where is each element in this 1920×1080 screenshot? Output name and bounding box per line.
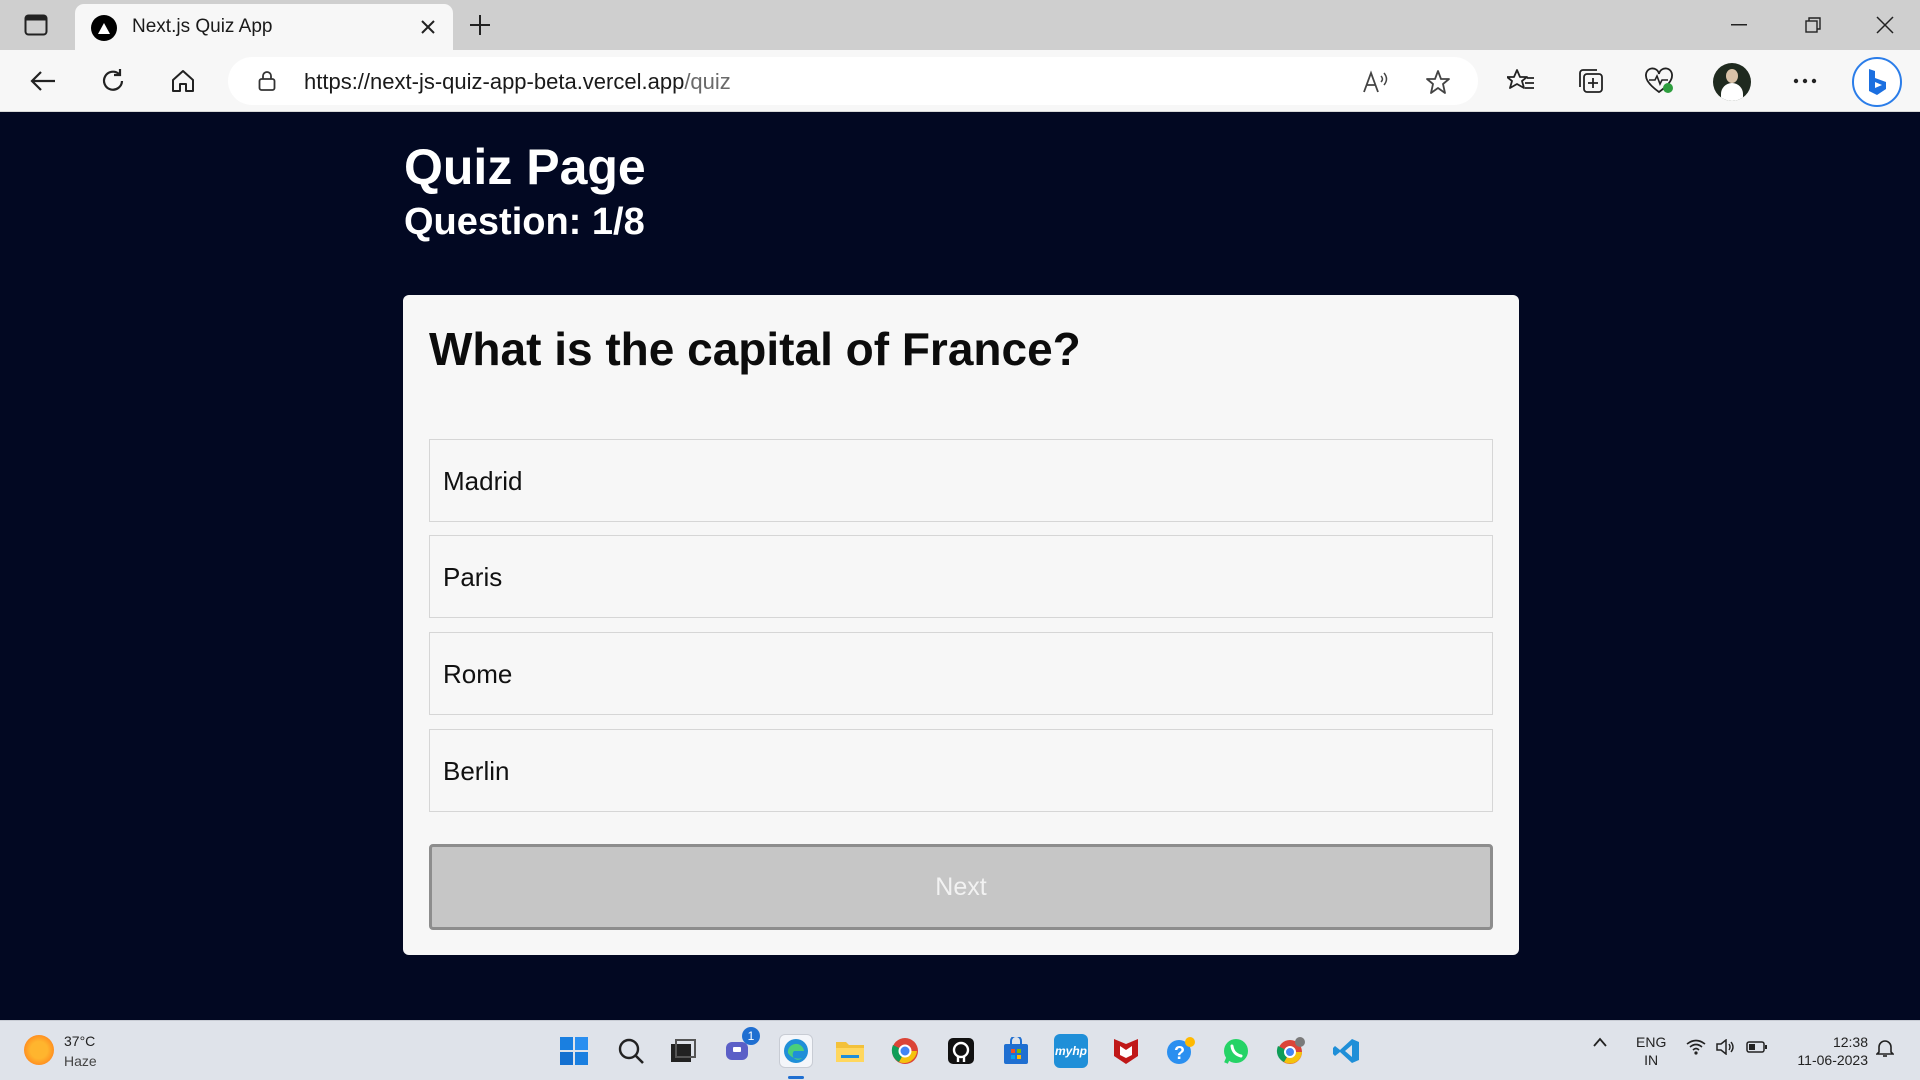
weather-condition[interactable]: Haze	[64, 1053, 97, 1069]
tab-actions-icon[interactable]	[22, 12, 50, 38]
volume-icon[interactable]	[1716, 1038, 1736, 1058]
nextjs-favicon-icon	[91, 15, 117, 41]
browser-tab-bar: Next.js Quiz App	[0, 0, 1920, 50]
answer-option-label: Rome	[443, 659, 513, 689]
show-hidden-icons-chevron-icon[interactable]	[1592, 1035, 1608, 1051]
favorites-icon[interactable]	[1504, 64, 1538, 98]
back-arrow-icon[interactable]	[26, 64, 60, 98]
favorite-star-icon[interactable]	[1424, 68, 1452, 96]
language-code: ENG	[1636, 1034, 1667, 1050]
mcafee-icon[interactable]	[1109, 1034, 1143, 1068]
windows-taskbar: 37°C Haze 1 myhp ? ENG IN 12:38 11-06-20…	[0, 1020, 1920, 1080]
chrome-profile-icon[interactable]	[1274, 1034, 1308, 1068]
restore-button[interactable]	[1798, 10, 1828, 40]
browser-toolbar: https://next-js-quiz-app-beta.vercel.app…	[0, 50, 1920, 112]
myhp-icon[interactable]: myhp	[1054, 1034, 1088, 1068]
refresh-icon[interactable]	[96, 64, 130, 98]
answer-option-label: Berlin	[443, 756, 510, 786]
svg-text:?: ?	[1174, 1043, 1185, 1063]
bing-chat-icon[interactable]	[1852, 57, 1902, 107]
github-icon[interactable]	[944, 1034, 978, 1068]
region-code: IN	[1644, 1052, 1659, 1068]
url-path: /quiz	[684, 69, 731, 94]
whatsapp-icon[interactable]	[1219, 1034, 1253, 1068]
tab-title: Next.js Quiz App	[132, 16, 273, 37]
tab-nextjs-quiz-app[interactable]: Next.js Quiz App	[75, 4, 453, 50]
url-host: https://next-js-quiz-app-beta.vercel.app	[304, 69, 685, 94]
profile-avatar[interactable]	[1713, 63, 1751, 101]
answer-option-berlin[interactable]: Berlin	[429, 729, 1493, 812]
task-view-icon[interactable]	[666, 1034, 700, 1068]
question-counter: Question: 1/8	[404, 201, 645, 243]
search-icon[interactable]	[614, 1034, 648, 1068]
input-language-indicator[interactable]: ENG IN	[1636, 1033, 1666, 1069]
clock-time: 12:38	[1832, 1034, 1868, 1050]
wifi-icon[interactable]	[1686, 1039, 1706, 1058]
help-icon[interactable]: ?	[1164, 1034, 1198, 1068]
minimize-button[interactable]	[1724, 10, 1754, 40]
system-clock[interactable]: 12:38 11-06-2023	[1788, 1033, 1868, 1069]
chrome-icon[interactable]	[888, 1034, 922, 1068]
windows-start-icon[interactable]	[557, 1034, 591, 1068]
weather-temperature[interactable]: 37°C	[64, 1033, 95, 1049]
read-aloud-icon[interactable]	[1362, 68, 1390, 96]
browser-essentials-icon[interactable]	[1642, 64, 1676, 98]
question-text: What is the capital of France?	[429, 323, 1081, 375]
next-button[interactable]: Next	[429, 844, 1493, 930]
answer-option-rome[interactable]: Rome	[429, 632, 1493, 715]
new-tab-button[interactable]	[465, 10, 495, 40]
close-tab-icon[interactable]	[417, 16, 439, 38]
answer-option-paris[interactable]: Paris	[429, 535, 1493, 618]
home-icon[interactable]	[166, 64, 200, 98]
weather-haze-icon[interactable]	[24, 1035, 54, 1065]
file-explorer-icon[interactable]	[833, 1034, 867, 1068]
url-text[interactable]: https://next-js-quiz-app-beta.vercel.app…	[304, 69, 731, 95]
microsoft-store-icon[interactable]	[999, 1034, 1033, 1068]
lock-icon[interactable]	[256, 70, 278, 92]
notifications-bell-icon[interactable]	[1875, 1038, 1895, 1061]
address-bar[interactable]: https://next-js-quiz-app-beta.vercel.app…	[228, 57, 1478, 105]
answer-option-label: Madrid	[443, 466, 523, 496]
active-app-indicator	[788, 1076, 804, 1079]
battery-icon[interactable]	[1746, 1040, 1768, 1057]
close-window-button[interactable]	[1870, 10, 1900, 40]
page-title: Quiz Page	[404, 139, 646, 195]
quiz-card: What is the capital of France? Madrid Pa…	[403, 295, 1519, 955]
answer-option-madrid[interactable]: Madrid	[429, 439, 1493, 522]
clock-date: 11-06-2023	[1797, 1052, 1868, 1068]
collections-icon[interactable]	[1574, 64, 1608, 98]
chat-notification-badge: 1	[742, 1027, 760, 1045]
edge-browser-icon[interactable]	[779, 1034, 813, 1068]
more-options-icon[interactable]	[1788, 64, 1822, 98]
answer-option-label: Paris	[443, 562, 503, 592]
vscode-icon[interactable]	[1329, 1034, 1363, 1068]
